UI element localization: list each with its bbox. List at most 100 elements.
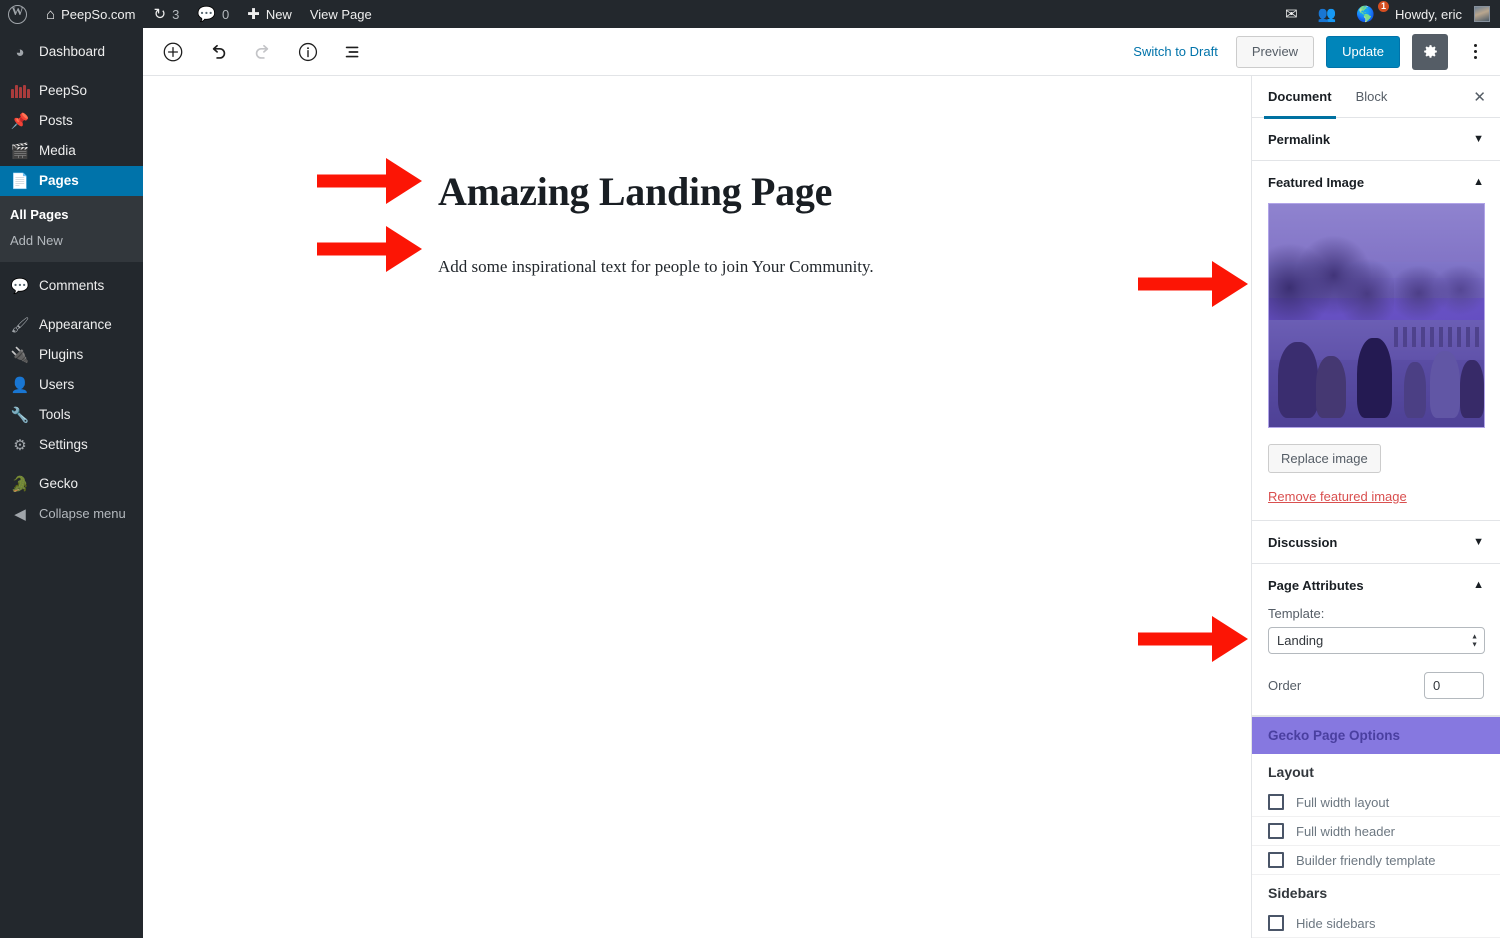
gecko-page-options-metabox: Gecko Page Options Layout Full width lay… xyxy=(1252,716,1500,938)
sidebar-item-peepso[interactable]: PeepSo xyxy=(0,76,143,106)
sidebar-item-media[interactable]: 🎬 Media xyxy=(0,136,143,166)
sidebar-item-posts[interactable]: 📌 Posts xyxy=(0,106,143,136)
collapse-menu-button[interactable]: ◀ Collapse menu xyxy=(0,499,143,529)
peepso-icon xyxy=(10,81,30,101)
chevron-up-icon: ▲ xyxy=(1471,633,1478,640)
panel-title: Discussion xyxy=(1268,534,1338,550)
updates-link[interactable]: ↻ 3 xyxy=(145,0,189,28)
redo-button[interactable] xyxy=(245,34,281,70)
wordpress-logo-icon xyxy=(8,4,27,24)
wordpress-logo-button[interactable] xyxy=(0,0,37,28)
panel-permalink-header[interactable]: Permalink ▼ xyxy=(1252,118,1500,160)
panel-featured-image: Featured Image ▲ Replace image Remove fe… xyxy=(1252,161,1500,521)
editor-toolbar: Switch to Draft Preview Update xyxy=(143,28,1500,76)
sidebar-item-label: Appearance xyxy=(39,317,112,332)
more-menu-button[interactable] xyxy=(1460,34,1490,70)
tab-document[interactable]: Document xyxy=(1264,76,1336,119)
gecko-option-builder-friendly-template[interactable]: Builder friendly template xyxy=(1252,846,1500,875)
view-page-link[interactable]: View Page xyxy=(301,0,381,28)
template-select-wrapper: ▲ ▼ xyxy=(1268,627,1485,654)
image-treeline-right xyxy=(1389,253,1484,320)
comments-link[interactable]: 💬 0 xyxy=(188,0,238,28)
featured-image-thumbnail[interactable] xyxy=(1268,203,1485,428)
sidebar-item-tools[interactable]: 🔧 Tools xyxy=(0,400,143,430)
update-button[interactable]: Update xyxy=(1326,35,1400,68)
sidebar-item-label: Plugins xyxy=(39,347,84,362)
mail-link[interactable]: ✉ xyxy=(1275,0,1308,28)
image-treeline-left xyxy=(1269,226,1394,329)
vertical-dots-icon xyxy=(1473,44,1477,47)
sidebar-item-settings[interactable]: ⚙ Settings xyxy=(0,430,143,460)
tab-block[interactable]: Block xyxy=(1356,76,1388,118)
checkbox[interactable] xyxy=(1268,823,1284,839)
template-select[interactable] xyxy=(1268,627,1485,654)
panel-page-attributes-header[interactable]: Page Attributes ▲ xyxy=(1252,564,1500,606)
pages-icon: 📄 xyxy=(10,172,30,190)
panel-permalink: Permalink ▼ xyxy=(1252,118,1500,161)
sidebar-item-gecko[interactable]: 🐊 Gecko xyxy=(0,469,143,499)
sidebar-item-dashboard[interactable]: ◕ Dashboard xyxy=(0,37,143,67)
sidebar-item-comments[interactable]: 💬 Comments xyxy=(0,271,143,301)
panel-discussion-header[interactable]: Discussion ▼ xyxy=(1252,521,1500,563)
paragraph-block[interactable]: Add some inspirational text for people t… xyxy=(438,254,1138,280)
pin-icon: 📌 xyxy=(10,112,30,130)
sidebar-item-appearance[interactable]: 🖌 Appearance xyxy=(0,310,143,340)
dashboard-icon: ◕ xyxy=(15,43,25,61)
view-page-label: View Page xyxy=(309,6,372,22)
editor-toolbar-right: Switch to Draft Preview Update xyxy=(1127,33,1500,70)
notifications-link[interactable]: 🌎 1 xyxy=(1346,0,1390,28)
add-block-button[interactable] xyxy=(155,34,191,70)
page-title-block[interactable]: Amazing Landing Page xyxy=(438,169,1138,215)
option-label: Full width header xyxy=(1296,823,1395,839)
site-name-link[interactable]: ⌂ PeepSo.com xyxy=(37,0,145,28)
list-view-button[interactable] xyxy=(335,34,371,70)
home-icon: ⌂ xyxy=(46,5,56,23)
arrow-to-title xyxy=(317,158,422,204)
sidebar-item-users[interactable]: 👤 Users xyxy=(0,370,143,400)
option-label: Builder friendly template xyxy=(1296,852,1436,868)
image-person xyxy=(1430,351,1461,419)
undo-icon xyxy=(212,44,226,59)
account-menu[interactable]: Howdy, eric xyxy=(1385,0,1500,28)
plus-circle-icon xyxy=(163,42,183,61)
submenu-item-add-new[interactable]: Add New xyxy=(0,228,143,254)
replace-image-button[interactable]: Replace image xyxy=(1268,444,1381,473)
arrow-shaft xyxy=(1138,632,1215,646)
remove-featured-image-link[interactable]: Remove featured image xyxy=(1268,489,1484,504)
panel-featured-image-header[interactable]: Featured Image ▲ xyxy=(1252,161,1500,203)
sidebar-item-label: Posts xyxy=(39,113,73,128)
user-icon: 👤 xyxy=(10,376,30,394)
sidebar-item-plugins[interactable]: 🔌 Plugins xyxy=(0,340,143,370)
switch-to-draft-link[interactable]: Switch to Draft xyxy=(1127,40,1224,63)
gecko-option-full-width-header[interactable]: Full width header xyxy=(1252,817,1500,846)
content-info-button[interactable] xyxy=(290,34,326,70)
comments-count: 0 xyxy=(222,6,230,22)
arrow-head xyxy=(386,158,422,204)
sidebar-item-label: Tools xyxy=(39,407,71,422)
members-link[interactable]: 👥 xyxy=(1308,0,1347,28)
new-content-link[interactable]: ✚ New xyxy=(238,0,301,28)
settings-sidebar: Document Block ✕ Permalink ▼ Featured Im… xyxy=(1251,76,1500,938)
checkbox[interactable] xyxy=(1268,794,1284,810)
close-icon[interactable]: ✕ xyxy=(1473,88,1486,106)
gear-icon xyxy=(1423,45,1437,58)
checkbox[interactable] xyxy=(1268,852,1284,868)
chevron-down-icon: ▼ xyxy=(1471,641,1478,648)
gecko-page-options-header[interactable]: Gecko Page Options xyxy=(1252,717,1500,754)
gecko-option-hide-sidebars[interactable]: Hide sidebars xyxy=(1252,909,1500,938)
submenu-item-all-pages[interactable]: All Pages xyxy=(0,202,143,228)
sidebar-item-label: Settings xyxy=(39,437,88,452)
preview-button[interactable]: Preview xyxy=(1235,35,1315,68)
editor-canvas[interactable]: Amazing Landing Page Add some inspiratio… xyxy=(143,76,1251,938)
site-name-label: PeepSo.com xyxy=(61,6,136,22)
sidebar-item-pages[interactable]: 📄 Pages xyxy=(0,166,151,196)
gecko-option-full-width-layout[interactable]: Full width layout xyxy=(1252,788,1500,817)
checkbox[interactable] xyxy=(1268,915,1284,931)
sidebar-item-label: Pages xyxy=(39,173,79,188)
undo-button[interactable] xyxy=(200,34,236,70)
image-person xyxy=(1404,362,1426,419)
order-input[interactable] xyxy=(1424,672,1484,699)
panel-title: Permalink xyxy=(1268,131,1331,147)
settings-gear-button[interactable] xyxy=(1412,33,1448,70)
chevron-up-icon: ▲ xyxy=(1473,176,1484,188)
